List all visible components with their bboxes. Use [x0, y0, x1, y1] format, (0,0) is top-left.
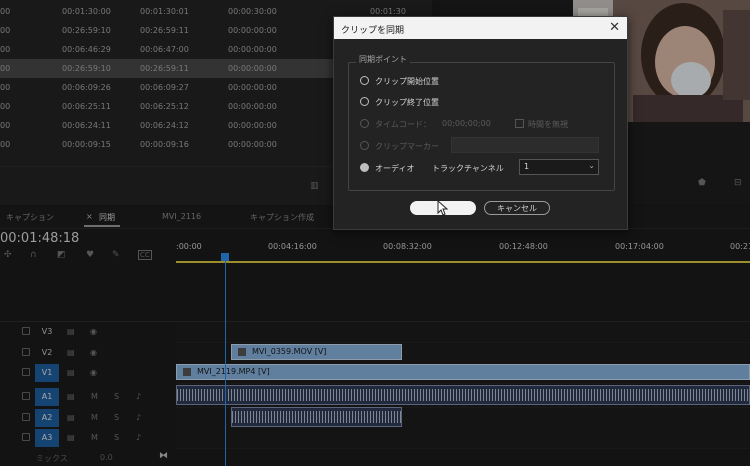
radio-button[interactable] — [360, 97, 369, 106]
cancel-button[interactable]: キャンセル — [484, 201, 550, 215]
radio-button — [360, 141, 369, 150]
ignore-hours-checkbox — [515, 119, 524, 128]
sync-point-label: 同期ポイント — [356, 54, 410, 65]
ignore-hours-label: 時間を無視 — [528, 120, 568, 129]
option-label: クリップマーカー — [375, 142, 439, 151]
chevron-down-icon: ⌄ — [588, 161, 595, 170]
selected-value: 1 — [524, 162, 530, 171]
timecode-field: 00;00;00;00 — [442, 119, 491, 128]
option-label: タイムコード： — [375, 120, 431, 129]
option-label: クリップ開始位置 — [375, 77, 439, 86]
radio-button — [360, 119, 369, 128]
mouse-cursor-icon — [437, 200, 449, 216]
close-icon[interactable]: ✕ — [609, 20, 620, 35]
cancel-button-label: キャンセル — [497, 204, 537, 213]
track-channel-label: トラックチャンネル — [432, 164, 504, 173]
dialog-title: クリップを同期 — [341, 26, 405, 36]
option-label: クリップ終了位置 — [375, 98, 439, 107]
clip-marker-select — [451, 137, 599, 153]
option-label: オーディオ — [375, 164, 415, 173]
radio-button[interactable] — [360, 76, 369, 85]
track-channel-select[interactable]: 1 ⌄ — [519, 159, 599, 175]
radio-button-selected[interactable] — [360, 163, 369, 172]
dialog-titlebar: クリップを同期 ✕ — [334, 17, 627, 39]
sync-clips-dialog: クリップを同期 ✕ 同期ポイント クリップ開始位置 クリップ終了位置 タイムコー… — [333, 16, 628, 230]
